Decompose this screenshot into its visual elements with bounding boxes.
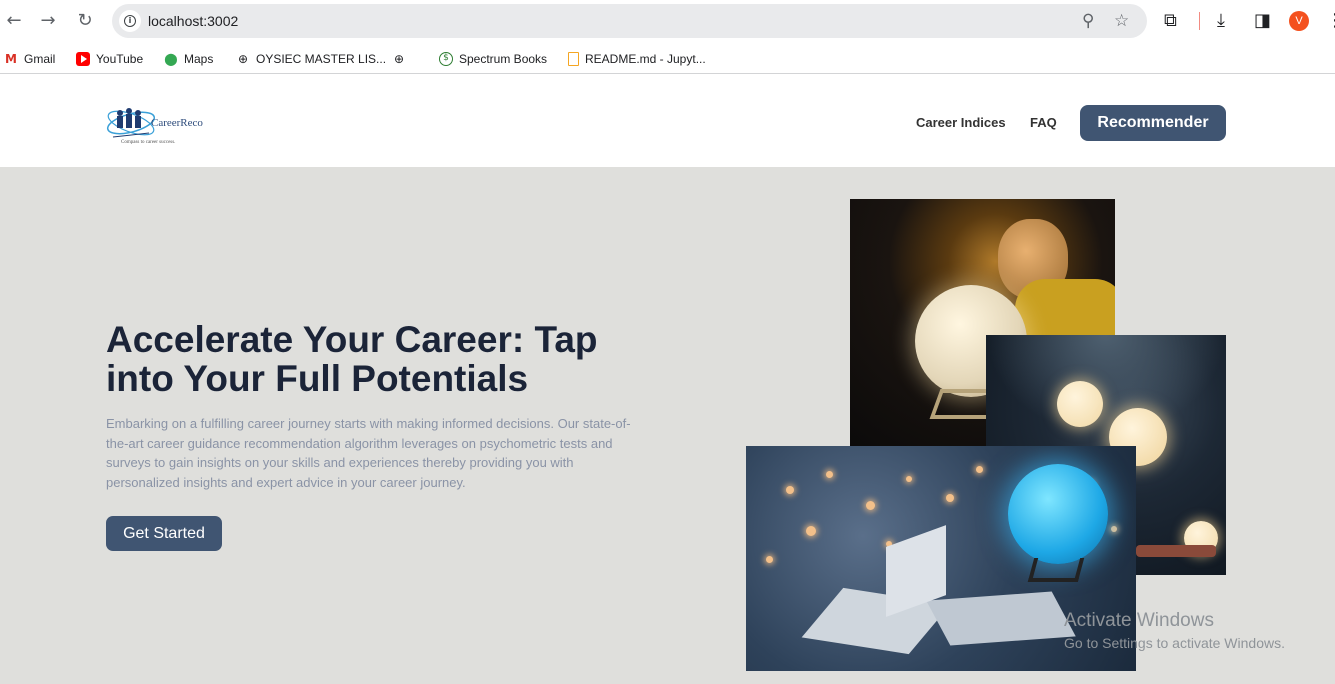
get-started-button[interactable]: Get Started: [106, 516, 222, 551]
activate-windows-subtitle: Go to Settings to activate Windows.: [1064, 635, 1285, 651]
blue-moon-lamp: [1008, 464, 1108, 564]
activate-windows-watermark: Activate Windows Go to Settings to activ…: [1064, 610, 1285, 654]
bokeh-light: [906, 476, 912, 482]
careerreco-logo[interactable]: CareerReco Compass to career success.: [105, 103, 215, 151]
bookmark-oysiec[interactable]: ⊕ OYSIEC MASTER LIS...: [236, 50, 386, 68]
bookmark-label: Maps: [184, 52, 214, 66]
activate-windows-title: Activate Windows: [1064, 610, 1214, 631]
side-panel-icon[interactable]: ◨: [1254, 10, 1271, 31]
lamp-stand: [1027, 558, 1085, 582]
bokeh-light: [946, 494, 954, 502]
bokeh-light: [976, 466, 983, 473]
globe-icon: ⊕: [237, 52, 249, 66]
hero-title: Accelerate Your Career: Tap into Your Fu…: [106, 319, 598, 399]
bookmark-readme[interactable]: README.md - Jupyt...: [568, 50, 706, 68]
bookmark-label: Gmail: [24, 52, 56, 66]
logo-tagline: Compass to career success.: [121, 140, 176, 145]
bookmark-globe[interactable]: ⊕: [392, 50, 412, 68]
nav-faq[interactable]: FAQ: [1030, 115, 1057, 130]
download-icon[interactable]: ⤓: [1217, 10, 1225, 31]
bookmark-label: OYSIEC MASTER LIS...: [256, 52, 387, 66]
extensions-puzzle-icon[interactable]: ⧉: [1164, 10, 1177, 31]
back-arrow-icon[interactable]: ←: [2, 9, 26, 33]
bokeh-light: [766, 556, 773, 563]
menu-kebab-icon[interactable]: ⋮: [1326, 10, 1335, 31]
hero-section: Accelerate Your Career: Tap into Your Fu…: [0, 167, 1335, 684]
reload-icon[interactable]: ↻: [73, 9, 97, 33]
toolbar-divider: [1199, 12, 1200, 30]
logo-text: CareerReco: [151, 117, 203, 129]
bookmark-maps[interactable]: ⬤ Maps: [164, 50, 213, 68]
zoom-icon[interactable]: ⚲: [1082, 11, 1094, 31]
gmail-icon: M: [5, 52, 17, 66]
spectrum-icon: $: [439, 52, 453, 66]
bookmarks-bar: M Gmail YouTube ⬤ Maps ⊕ OYSIEC MASTER L…: [0, 42, 1335, 74]
site-info-icon[interactable]: i: [119, 10, 141, 32]
browser-toolbar: ← → ↻ i localhost:3002 ⚲ ☆ ⧉ ⤓ ◨ V ⋮: [0, 0, 1335, 42]
site-header: CareerReco Compass to career success. Ca…: [0, 79, 1335, 167]
document-icon: [568, 52, 579, 66]
yellow-shirt: [1015, 279, 1115, 339]
bookmark-spectrum[interactable]: $ Spectrum Books: [439, 50, 547, 68]
blanket: [1136, 545, 1216, 557]
moon-lamp: [1057, 381, 1103, 427]
sky: [986, 335, 1226, 435]
bokeh-light: [1111, 526, 1117, 532]
maps-icon: ⬤: [164, 52, 178, 66]
bokeh-light: [806, 526, 816, 536]
bokeh-light: [826, 471, 833, 478]
bookmark-label: README.md - Jupyt...: [585, 52, 706, 66]
bookmark-youtube[interactable]: YouTube: [76, 50, 143, 68]
bokeh-light: [786, 486, 794, 494]
bookmark-star-icon[interactable]: ☆: [1114, 11, 1129, 31]
url-text[interactable]: localhost:3002: [148, 13, 238, 29]
bookmark-label: YouTube: [96, 52, 144, 66]
hero-description: Embarking on a fulfilling career journey…: [106, 416, 631, 490]
bookmark-gmail[interactable]: M Gmail: [4, 50, 55, 68]
book-right-page: [926, 591, 1076, 646]
forward-arrow-icon[interactable]: →: [36, 9, 60, 33]
youtube-icon: [76, 52, 90, 66]
nav-career-indices[interactable]: Career Indices: [916, 115, 1006, 130]
bookmark-label: Spectrum Books: [459, 52, 548, 66]
bokeh-light: [866, 501, 875, 510]
address-bar[interactable]: i localhost:3002 ⚲ ☆: [112, 4, 1147, 38]
globe-icon: ⊕: [393, 52, 405, 66]
profile-avatar[interactable]: V: [1289, 11, 1309, 31]
recommender-button[interactable]: Recommender: [1080, 105, 1226, 141]
